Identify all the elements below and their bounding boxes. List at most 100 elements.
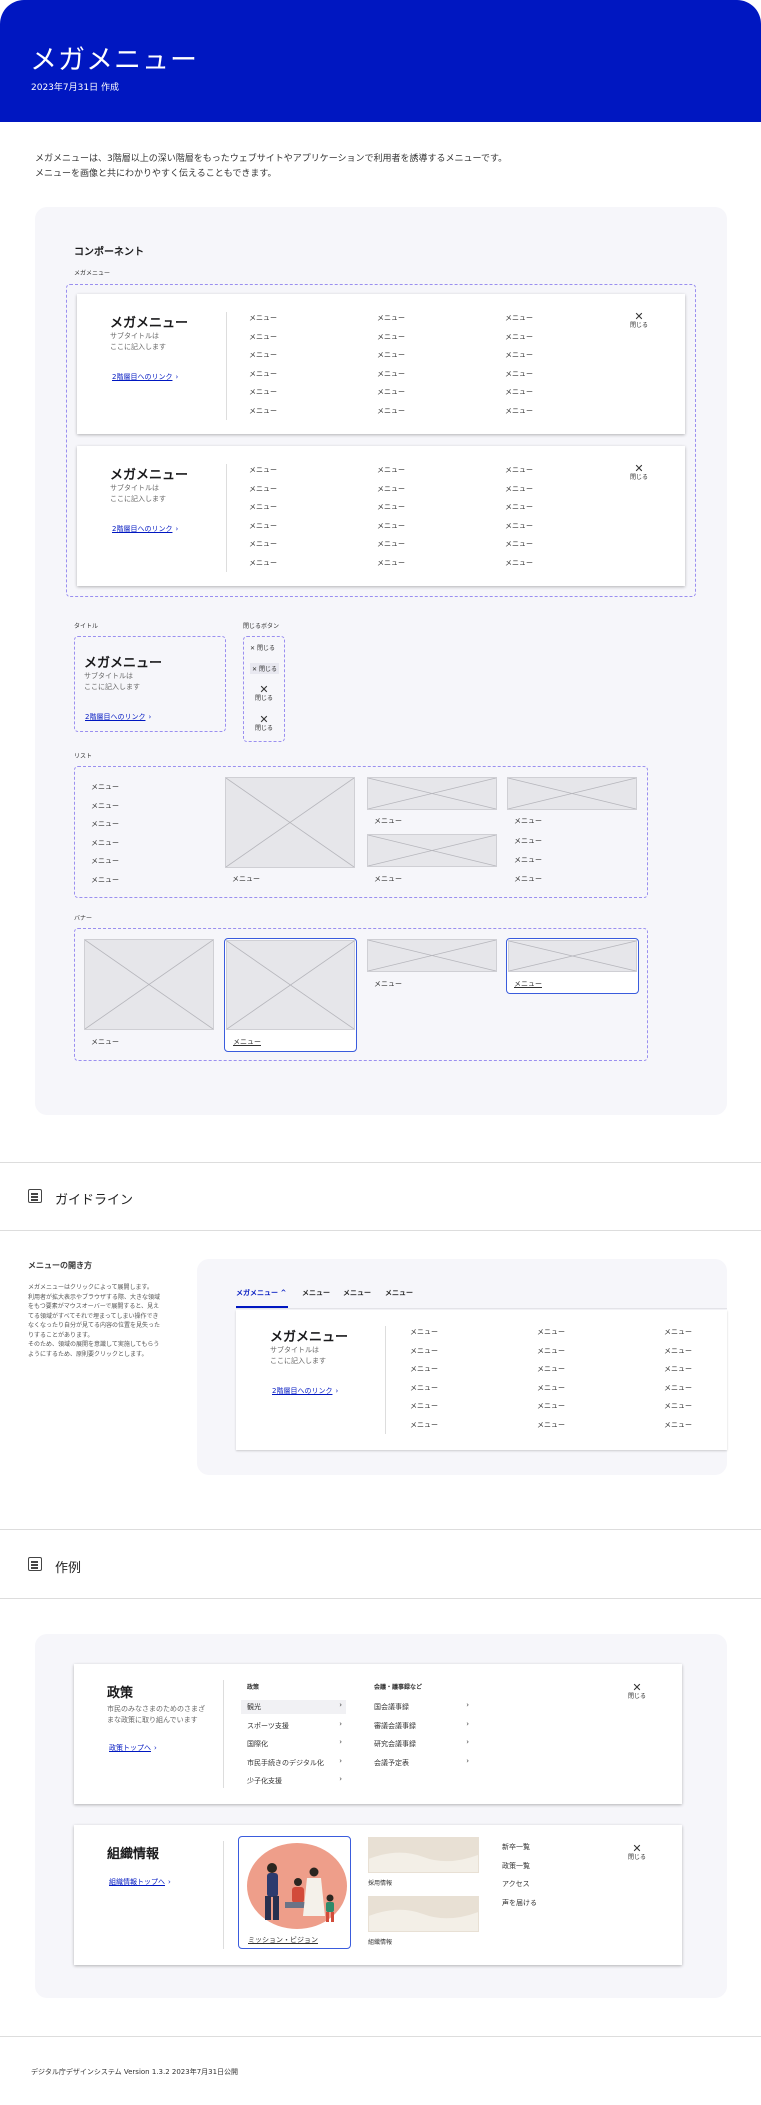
list-menu-item[interactable]: メニュー: [91, 801, 119, 811]
policy-col2-item[interactable]: 会議予定表 ›: [368, 1756, 473, 1770]
policy-col1-item[interactable]: スポーツ支援 ›: [241, 1719, 346, 1733]
banner-image-small-selected[interactable]: [508, 940, 637, 972]
policy-top-link[interactable]: 政策トップへ ›: [109, 1743, 157, 1753]
list-menu-item[interactable]: メニュー: [91, 856, 119, 866]
org-list-item[interactable]: 新卒一覧: [502, 1842, 530, 1852]
menu-item[interactable]: メニュー: [377, 350, 405, 360]
menu-item[interactable]: メニュー: [664, 1401, 692, 1411]
list-menu-item[interactable]: メニュー: [514, 836, 542, 846]
recruit-banner-image[interactable]: [368, 1837, 479, 1873]
policy-close-button[interactable]: ✕ 閉じる: [620, 1682, 654, 1701]
card2-link[interactable]: 2階層目へのリンク ›: [112, 524, 178, 534]
menu-item[interactable]: メニュー: [664, 1327, 692, 1337]
org-list-item[interactable]: アクセス: [502, 1879, 530, 1889]
menu-item[interactable]: メニュー: [249, 387, 277, 397]
tab-menu-3[interactable]: メニュー: [343, 1288, 371, 1298]
org-close-button[interactable]: ✕ 閉じる: [620, 1843, 654, 1862]
menu-item[interactable]: メニュー: [249, 350, 277, 360]
close-sample-2[interactable]: ✕ 閉じる: [250, 663, 279, 674]
list-menu-item[interactable]: メニュー: [91, 875, 119, 885]
list-menu-item[interactable]: メニュー: [374, 874, 402, 884]
menu-item[interactable]: メニュー: [664, 1383, 692, 1393]
policy-col2-item[interactable]: 審議会議事録 ›: [368, 1719, 473, 1733]
menu-item[interactable]: メニュー: [664, 1364, 692, 1374]
list-image-small[interactable]: [507, 777, 637, 810]
menu-item[interactable]: メニュー: [410, 1420, 438, 1430]
menu-item[interactable]: メニュー: [377, 465, 405, 475]
list-menu-item[interactable]: メニュー: [514, 874, 542, 884]
menu-item[interactable]: メニュー: [249, 465, 277, 475]
menu-item[interactable]: メニュー: [505, 558, 533, 568]
menu-item[interactable]: メニュー: [249, 502, 277, 512]
policy-col1-item[interactable]: 国際化 ›: [241, 1737, 346, 1751]
menu-item[interactable]: メニュー: [377, 539, 405, 549]
banner-menu-item-selected[interactable]: メニュー: [233, 1037, 261, 1047]
menu-item[interactable]: メニュー: [377, 502, 405, 512]
menu-item[interactable]: メニュー: [377, 369, 405, 379]
sample-link[interactable]: 2階層目へのリンク ›: [85, 712, 151, 722]
policy-col1-item[interactable]: 観光 ›: [241, 1700, 346, 1714]
tab-menu-4[interactable]: メニュー: [385, 1288, 413, 1298]
menu-item[interactable]: メニュー: [249, 369, 277, 379]
banner-image-large-selected[interactable]: [226, 940, 355, 1030]
org-banner-image[interactable]: [368, 1896, 479, 1932]
guideline-link[interactable]: 2階層目へのリンク ›: [272, 1386, 338, 1396]
menu-item[interactable]: メニュー: [537, 1327, 565, 1337]
menu-item[interactable]: メニュー: [505, 387, 533, 397]
menu-item[interactable]: メニュー: [505, 502, 533, 512]
list-menu-item[interactable]: メニュー: [514, 816, 542, 826]
menu-item[interactable]: メニュー: [377, 521, 405, 531]
menu-item[interactable]: メニュー: [410, 1327, 438, 1337]
list-image-small[interactable]: [367, 777, 497, 810]
list-image-large[interactable]: [225, 777, 355, 868]
menu-item[interactable]: メニュー: [249, 521, 277, 531]
menu-item[interactable]: メニュー: [410, 1364, 438, 1374]
menu-item[interactable]: メニュー: [664, 1420, 692, 1430]
menu-item[interactable]: メニュー: [537, 1364, 565, 1374]
menu-item[interactable]: メニュー: [249, 539, 277, 549]
banner-image-small[interactable]: [367, 939, 497, 972]
banner-menu-item[interactable]: メニュー: [374, 979, 402, 989]
menu-item[interactable]: メニュー: [505, 406, 533, 416]
banner-menu-item[interactable]: メニュー: [91, 1037, 119, 1047]
card1-close-button[interactable]: ✕ 閉じる: [622, 311, 656, 330]
menu-item[interactable]: メニュー: [505, 521, 533, 531]
menu-item[interactable]: メニュー: [249, 558, 277, 568]
card1-link[interactable]: 2階層目へのリンク ›: [112, 372, 178, 382]
menu-item[interactable]: メニュー: [505, 369, 533, 379]
menu-item[interactable]: メニュー: [537, 1346, 565, 1356]
org-top-link[interactable]: 組織情報トップへ ›: [109, 1877, 171, 1887]
menu-item[interactable]: メニュー: [249, 332, 277, 342]
menu-item[interactable]: メニュー: [377, 484, 405, 494]
menu-item[interactable]: メニュー: [537, 1401, 565, 1411]
menu-item[interactable]: メニュー: [410, 1401, 438, 1411]
tab-megamenu[interactable]: メガメニュー ^: [236, 1288, 286, 1298]
list-menu-item[interactable]: メニュー: [232, 874, 260, 884]
menu-item[interactable]: メニュー: [505, 484, 533, 494]
tab-menu-2[interactable]: メニュー: [302, 1288, 330, 1298]
policy-col2-item[interactable]: 国会議事録 ›: [368, 1700, 473, 1714]
list-menu-item[interactable]: メニュー: [91, 838, 119, 848]
menu-item[interactable]: メニュー: [537, 1420, 565, 1430]
menu-item[interactable]: メニュー: [537, 1383, 565, 1393]
menu-item[interactable]: メニュー: [505, 350, 533, 360]
menu-item[interactable]: メニュー: [664, 1346, 692, 1356]
banner-menu-item-selected[interactable]: メニュー: [514, 979, 542, 989]
menu-item[interactable]: メニュー: [377, 558, 405, 568]
list-menu-item[interactable]: メニュー: [91, 782, 119, 792]
menu-item[interactable]: メニュー: [505, 332, 533, 342]
banner-image-large[interactable]: [84, 939, 214, 1030]
menu-item[interactable]: メニュー: [505, 313, 533, 323]
menu-item[interactable]: メニュー: [249, 313, 277, 323]
menu-item[interactable]: メニュー: [377, 313, 405, 323]
menu-item[interactable]: メニュー: [505, 539, 533, 549]
menu-item[interactable]: メニュー: [377, 332, 405, 342]
close-sample-3[interactable]: ✕ 閉じる: [247, 684, 281, 703]
menu-item[interactable]: メニュー: [249, 406, 277, 416]
menu-item[interactable]: メニュー: [410, 1346, 438, 1356]
menu-item[interactable]: メニュー: [377, 387, 405, 397]
policy-col2-item[interactable]: 研究会議事録 ›: [368, 1737, 473, 1751]
menu-item[interactable]: メニュー: [377, 406, 405, 416]
org-list-item[interactable]: 政策一覧: [502, 1861, 530, 1871]
card2-close-button[interactable]: ✕ 閉じる: [622, 463, 656, 482]
